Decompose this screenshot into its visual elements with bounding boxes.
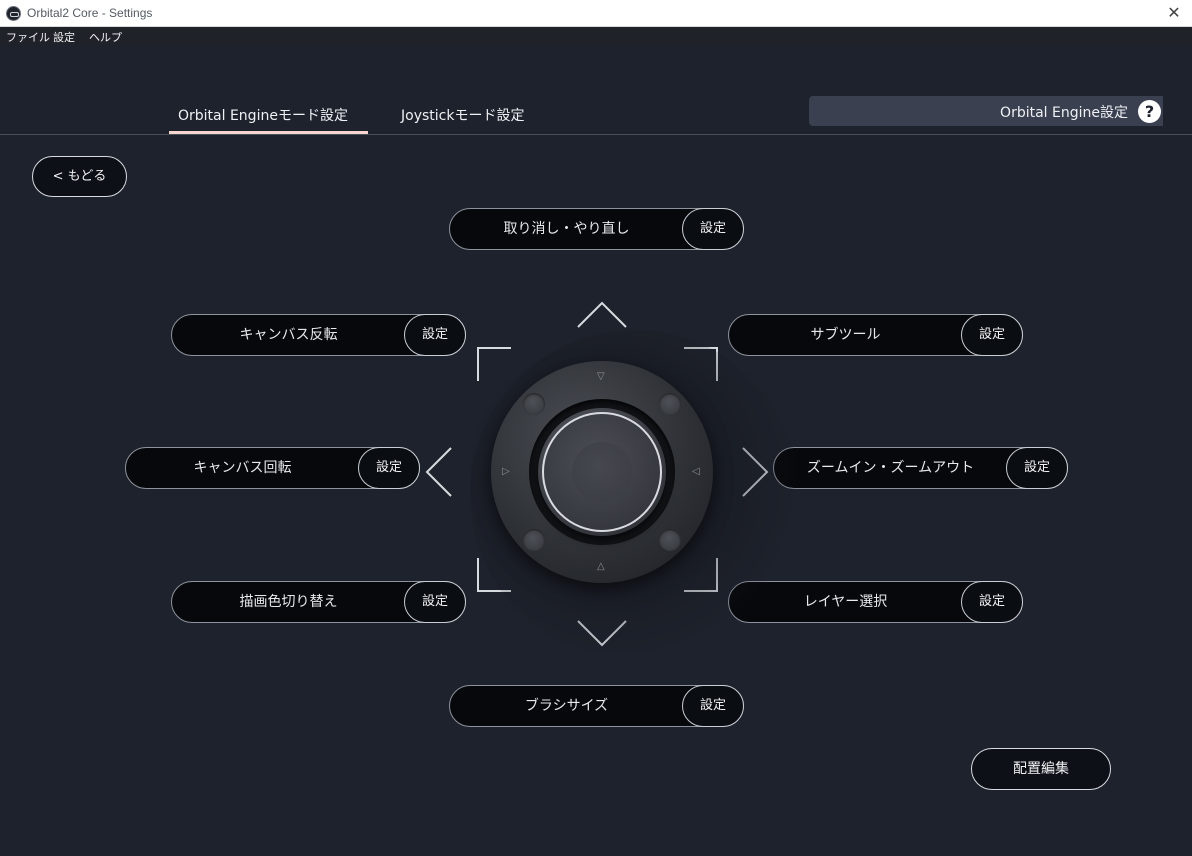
mark-top-icon: ▽: [597, 371, 605, 382]
function-right-label: ズームイン・ズームアウト: [806, 460, 975, 476]
orbital-device-illustration: ▽ △ ▷ ◁: [420, 290, 800, 660]
function-upper-right-set-button[interactable]: 設定: [961, 314, 1023, 356]
edit-layout-button[interactable]: 配置編集: [971, 748, 1111, 790]
back-button[interactable]: < もどる: [32, 156, 127, 197]
function-down-pill: ブラシサイズ 設定: [449, 685, 744, 727]
tab-joystick-mode[interactable]: Joystickモード設定: [401, 105, 524, 125]
mark-left-icon: ▷: [502, 466, 510, 477]
function-left-pill: キャンバス回転 設定: [125, 447, 420, 489]
function-up-set-button[interactable]: 設定: [682, 208, 744, 250]
function-right-set-button[interactable]: 設定: [1006, 447, 1068, 489]
tab-divider: [0, 134, 1192, 135]
ring-dimple: [659, 393, 681, 415]
menu-help[interactable]: ヘルプ: [89, 29, 122, 45]
menu-bar: ファイル 設定 ヘルプ: [0, 27, 1192, 45]
tab-orbital-engine-mode[interactable]: Orbital Engineモード設定: [178, 105, 348, 125]
header-label: Orbital Engine設定: [1000, 105, 1128, 121]
function-down-set-button[interactable]: 設定: [682, 685, 744, 727]
menu-file[interactable]: ファイル: [6, 29, 50, 45]
function-down-label: ブラシサイズ: [524, 698, 609, 714]
ring-dimple: [659, 529, 681, 551]
help-icon[interactable]: ?: [1138, 100, 1161, 123]
close-icon[interactable]: ✕: [1164, 3, 1184, 23]
ring-dimple: [523, 529, 545, 551]
app-logo-icon: [6, 6, 21, 21]
function-lower-left-label: 描画色切り替え: [239, 594, 338, 610]
function-up-label: 取り消し・やり直し: [503, 221, 630, 237]
function-left-set-button[interactable]: 設定: [358, 447, 420, 489]
title-bar: Orbital2 Core - Settings ✕: [0, 0, 1192, 27]
ring-dimple: [523, 393, 545, 415]
stick-knob: [572, 442, 632, 502]
mark-bottom-icon: △: [597, 561, 605, 572]
function-up-pill: 取り消し・やり直し 設定: [449, 208, 744, 250]
device-ring: ▽ △ ▷ ◁: [491, 361, 713, 583]
menu-settings[interactable]: 設定: [53, 29, 75, 45]
function-right-pill: ズームイン・ズームアウト 設定: [773, 447, 1068, 489]
mark-right-icon: ◁: [692, 466, 700, 477]
function-upper-left-label: キャンバス反転: [239, 327, 338, 343]
main-panel: Orbital Engineモード設定 Joystickモード設定 Orbita…: [0, 45, 1192, 856]
orbital-engine-settings-header: Orbital Engine設定 ?: [809, 96, 1163, 126]
window-title: Orbital2 Core - Settings: [27, 6, 153, 20]
function-lower-right-set-button[interactable]: 設定: [961, 581, 1023, 623]
function-left-label: キャンバス回転: [193, 460, 292, 476]
